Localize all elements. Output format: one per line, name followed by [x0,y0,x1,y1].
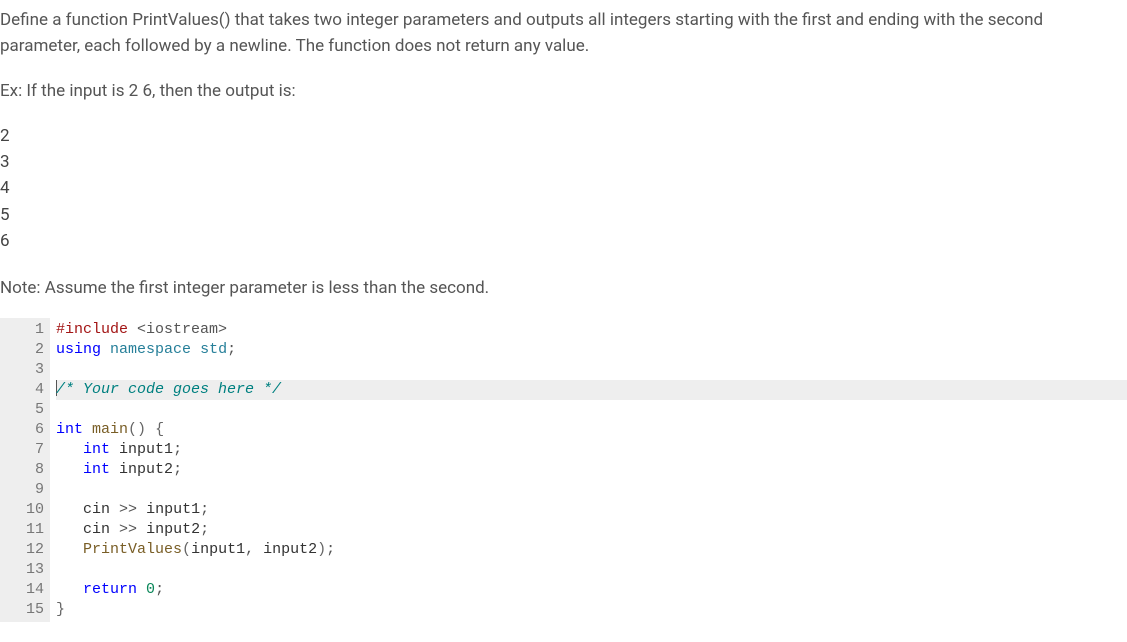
code-line: using namespace std; [56,340,1127,360]
code-line [56,560,1127,580]
problem-description: Define a function PrintValues() that tak… [0,8,1127,59]
line-number: 8 [10,460,44,480]
line-number: 13 [10,560,44,580]
code-line: cin >> input1; [56,500,1127,520]
line-number: 14 [10,580,44,600]
example-label: Ex: If the input is 2 6, then the output… [0,79,1127,105]
code-line [56,480,1127,500]
code-line: cin >> input2; [56,520,1127,540]
code-line [56,400,1127,420]
line-number: 1 [10,320,44,340]
code-editor[interactable]: 1 2 3 4 5 6 7 8 9 10 11 12 13 14 15 #inc… [0,318,1127,622]
line-number: 12 [10,540,44,560]
code-line-highlight: /* Your code goes here */ [56,380,1127,400]
code-line: int input1; [56,440,1127,460]
line-number: 2 [10,340,44,360]
code-line: int main() { [56,420,1127,440]
line-number: 10 [10,500,44,520]
code-content[interactable]: #include <iostream> using namespace std;… [50,318,1127,622]
example-output: 2 3 4 5 6 [0,123,1127,255]
code-line: PrintValues(input1, input2); [56,540,1127,560]
code-line: return 0; [56,580,1127,600]
code-line [56,360,1127,380]
line-number: 6 [10,420,44,440]
line-number: 15 [10,600,44,620]
code-line: } [56,600,1127,620]
code-line: int input2; [56,460,1127,480]
line-number: 5 [10,400,44,420]
line-number: 11 [10,520,44,540]
line-number: 3 [10,360,44,380]
line-number: 4 [10,380,44,400]
line-number: 7 [10,440,44,460]
code-line: #include <iostream> [56,320,1127,340]
line-number: 9 [10,480,44,500]
problem-note: Note: Assume the first integer parameter… [0,276,1127,302]
line-number-gutter: 1 2 3 4 5 6 7 8 9 10 11 12 13 14 15 [0,318,50,622]
